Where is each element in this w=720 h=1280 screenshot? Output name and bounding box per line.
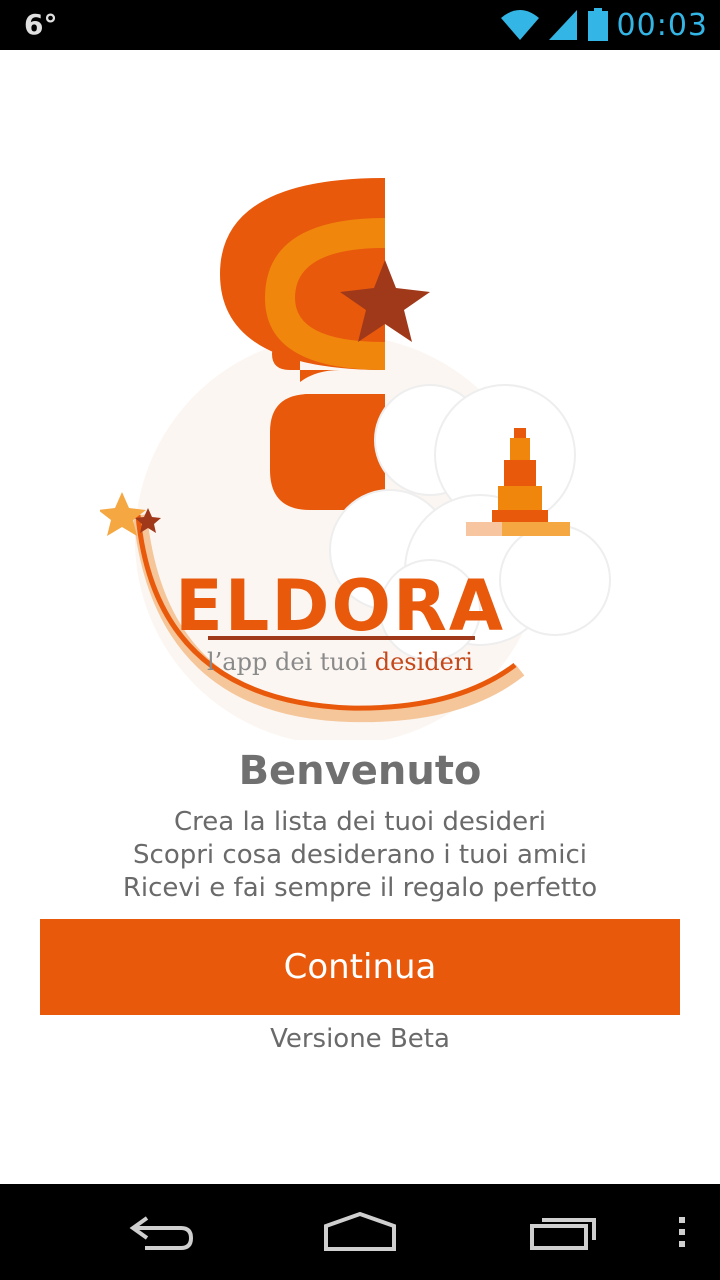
clock: 00:03 xyxy=(616,7,708,43)
welcome-title: Benvenuto xyxy=(238,748,482,794)
continue-button[interactable]: Continua xyxy=(40,919,680,1015)
eldora-logo-graphic: ELDORA l’app dei tuoi desideri xyxy=(98,178,611,745)
navigation-bar xyxy=(0,1184,720,1280)
recent-apps-icon xyxy=(530,1218,596,1250)
eldora-logo: ELDORA l’app dei tuoi desideri xyxy=(98,170,620,745)
status-bar: 6° 00:03 xyxy=(0,0,720,50)
back-icon xyxy=(129,1216,194,1250)
temperature-indicator: 6° xyxy=(24,8,58,41)
recent-apps-button[interactable] xyxy=(522,1202,606,1262)
logo-tagline: l’app dei tuoi desideri xyxy=(207,648,473,676)
welcome-description: Crea la lista dei tuoi desideri Scopri c… xyxy=(0,806,720,905)
logo-wordmark: ELDORA xyxy=(175,565,505,647)
wifi-icon xyxy=(500,10,539,40)
home-icon xyxy=(324,1212,396,1251)
welcome-line: Ricevi e fai sempre il regalo perfetto xyxy=(122,873,598,903)
version-label: Versione Beta xyxy=(270,1024,450,1054)
home-button[interactable] xyxy=(318,1202,402,1262)
overflow-menu-icon xyxy=(679,1217,685,1247)
welcome-line: Scopri cosa desiderano i tuoi amici xyxy=(133,840,587,870)
battery-icon xyxy=(587,8,608,41)
welcome-line: Crea la lista dei tuoi desideri xyxy=(173,807,546,837)
signal-icon xyxy=(548,10,577,40)
overflow-menu-button[interactable] xyxy=(664,1202,700,1262)
back-button[interactable] xyxy=(118,1202,202,1262)
status-icons: 00:03 xyxy=(499,6,708,44)
